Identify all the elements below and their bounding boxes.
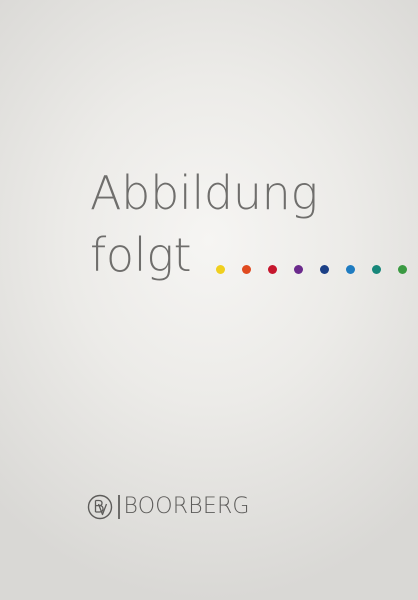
color-dot-2	[242, 265, 251, 274]
color-dot-4	[294, 265, 303, 274]
color-dot-7	[372, 265, 381, 274]
publisher-logo: BOORBERG	[87, 494, 250, 520]
color-dot-1	[216, 265, 225, 274]
color-dot-row	[216, 265, 407, 274]
placeholder-title-line2: folgt	[90, 228, 192, 282]
color-dot-5	[320, 265, 329, 274]
color-dot-3	[268, 265, 277, 274]
bv-monogram-seal-icon	[87, 494, 113, 520]
color-dot-8	[398, 265, 407, 274]
placeholder-title-line1: Abbildung	[90, 166, 318, 220]
logo-divider	[118, 495, 120, 519]
logo-brand-text: BOORBERG	[123, 494, 250, 519]
color-dot-6	[346, 265, 355, 274]
